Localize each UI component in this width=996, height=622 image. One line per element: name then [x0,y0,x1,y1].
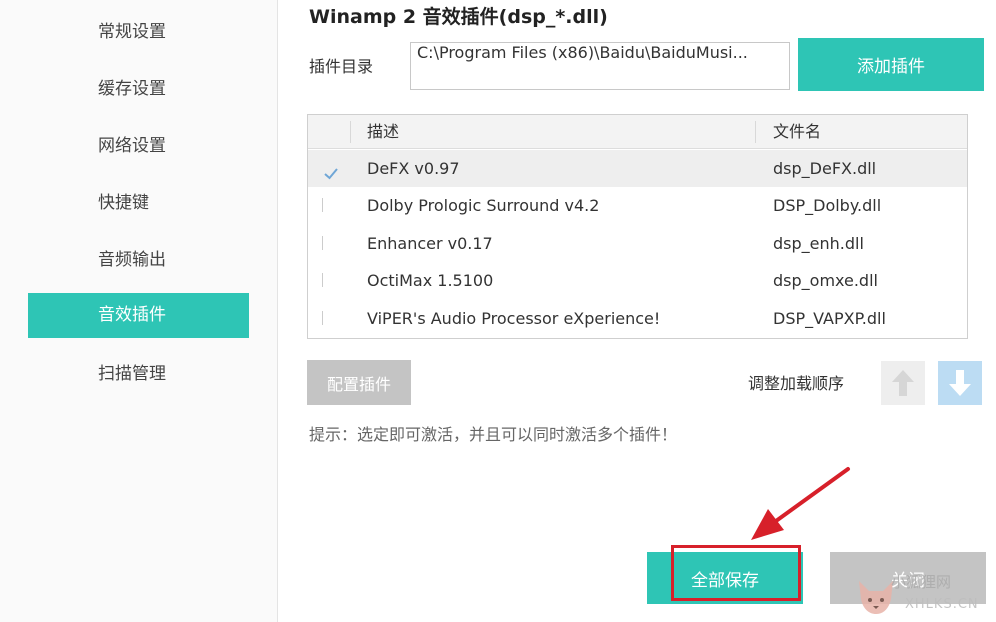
plugin-file: dsp_DeFX.dll [773,159,877,178]
arrow-up-icon [892,370,914,396]
plugin-desc: ViPER's Audio Processor eXperience! [367,309,661,328]
plugin-desc: DeFX v0.97 [367,159,460,178]
move-down-button[interactable] [938,361,982,405]
plugin-desc: Dolby Prologic Surround v4.2 [367,196,600,215]
sidebar-item-network[interactable]: 网络设置 [28,124,249,169]
sidebar-item-sound-plugins[interactable]: 音效插件 [28,293,249,338]
plugin-file: dsp_enh.dll [773,234,864,253]
plugin-checkbox[interactable] [322,198,323,212]
add-plugin-button[interactable]: 添加插件 [798,38,984,91]
table-row[interactable]: DeFX v0.97 dsp_DeFX.dll [308,150,967,187]
column-header-file[interactable]: 文件名 [773,115,821,149]
plugin-file: DSP_VAPXP.dll [773,309,886,328]
plugin-file: dsp_omxe.dll [773,271,878,290]
plugin-dir-label: 插件目录 [309,57,374,76]
arrow-down-icon [949,370,971,396]
table-row[interactable]: ViPER's Audio Processor eXperience! DSP_… [308,300,967,337]
table-row[interactable]: Enhancer v0.17 dsp_enh.dll [308,225,967,262]
load-order-label: 调整加载顺序 [748,374,845,393]
sidebar-item-scan-management[interactable]: 扫描管理 [28,352,249,397]
hint-text: 提示：选定即可激活，并且可以同时激活多个插件！ [309,425,678,444]
plugin-dir-field[interactable]: C:\Program Files (x86)\Baidu\BaiduMusi..… [410,42,790,90]
page-title: Winamp 2 音效插件(dsp_*.dll) [309,6,608,28]
header-divider [755,121,756,143]
plugin-file: DSP_Dolby.dll [773,196,882,215]
settings-sidebar: 常规设置 缓存设置 网络设置 快捷键 音频输出 音效插件 扫描管理 [0,0,278,622]
move-up-button[interactable] [881,361,925,405]
plugin-checkbox[interactable] [322,236,323,250]
plugin-checkbox[interactable] [322,311,323,325]
plugin-table: 描述 文件名 DeFX v0.97 dsp_DeFX.dll Dolby Pro… [307,114,968,339]
close-button[interactable]: 关闭 [830,552,986,604]
main-panel: Winamp 2 音效插件(dsp_*.dll) 插件目录 C:\Program… [279,0,996,622]
column-header-desc[interactable]: 描述 [367,115,399,149]
sidebar-item-audio-output[interactable]: 音频输出 [28,238,249,283]
save-all-button[interactable]: 全部保存 [647,552,803,604]
sidebar-item-cache[interactable]: 缓存设置 [28,67,249,112]
config-plugin-button[interactable]: 配置插件 [307,360,411,405]
plugin-checkbox[interactable] [322,273,323,287]
sidebar-item-hotkeys[interactable]: 快捷键 [28,181,249,226]
header-divider [350,121,351,143]
table-row[interactable]: OctiMax 1.5100 dsp_omxe.dll [308,262,967,299]
sidebar-item-general[interactable]: 常规设置 [28,10,249,55]
plugin-desc: OctiMax 1.5100 [367,271,494,290]
plugin-desc: Enhancer v0.17 [367,234,493,253]
table-row[interactable]: Dolby Prologic Surround v4.2 DSP_Dolby.d… [308,187,967,224]
table-header: 描述 文件名 [308,115,967,149]
checkmark-icon[interactable] [322,159,340,180]
